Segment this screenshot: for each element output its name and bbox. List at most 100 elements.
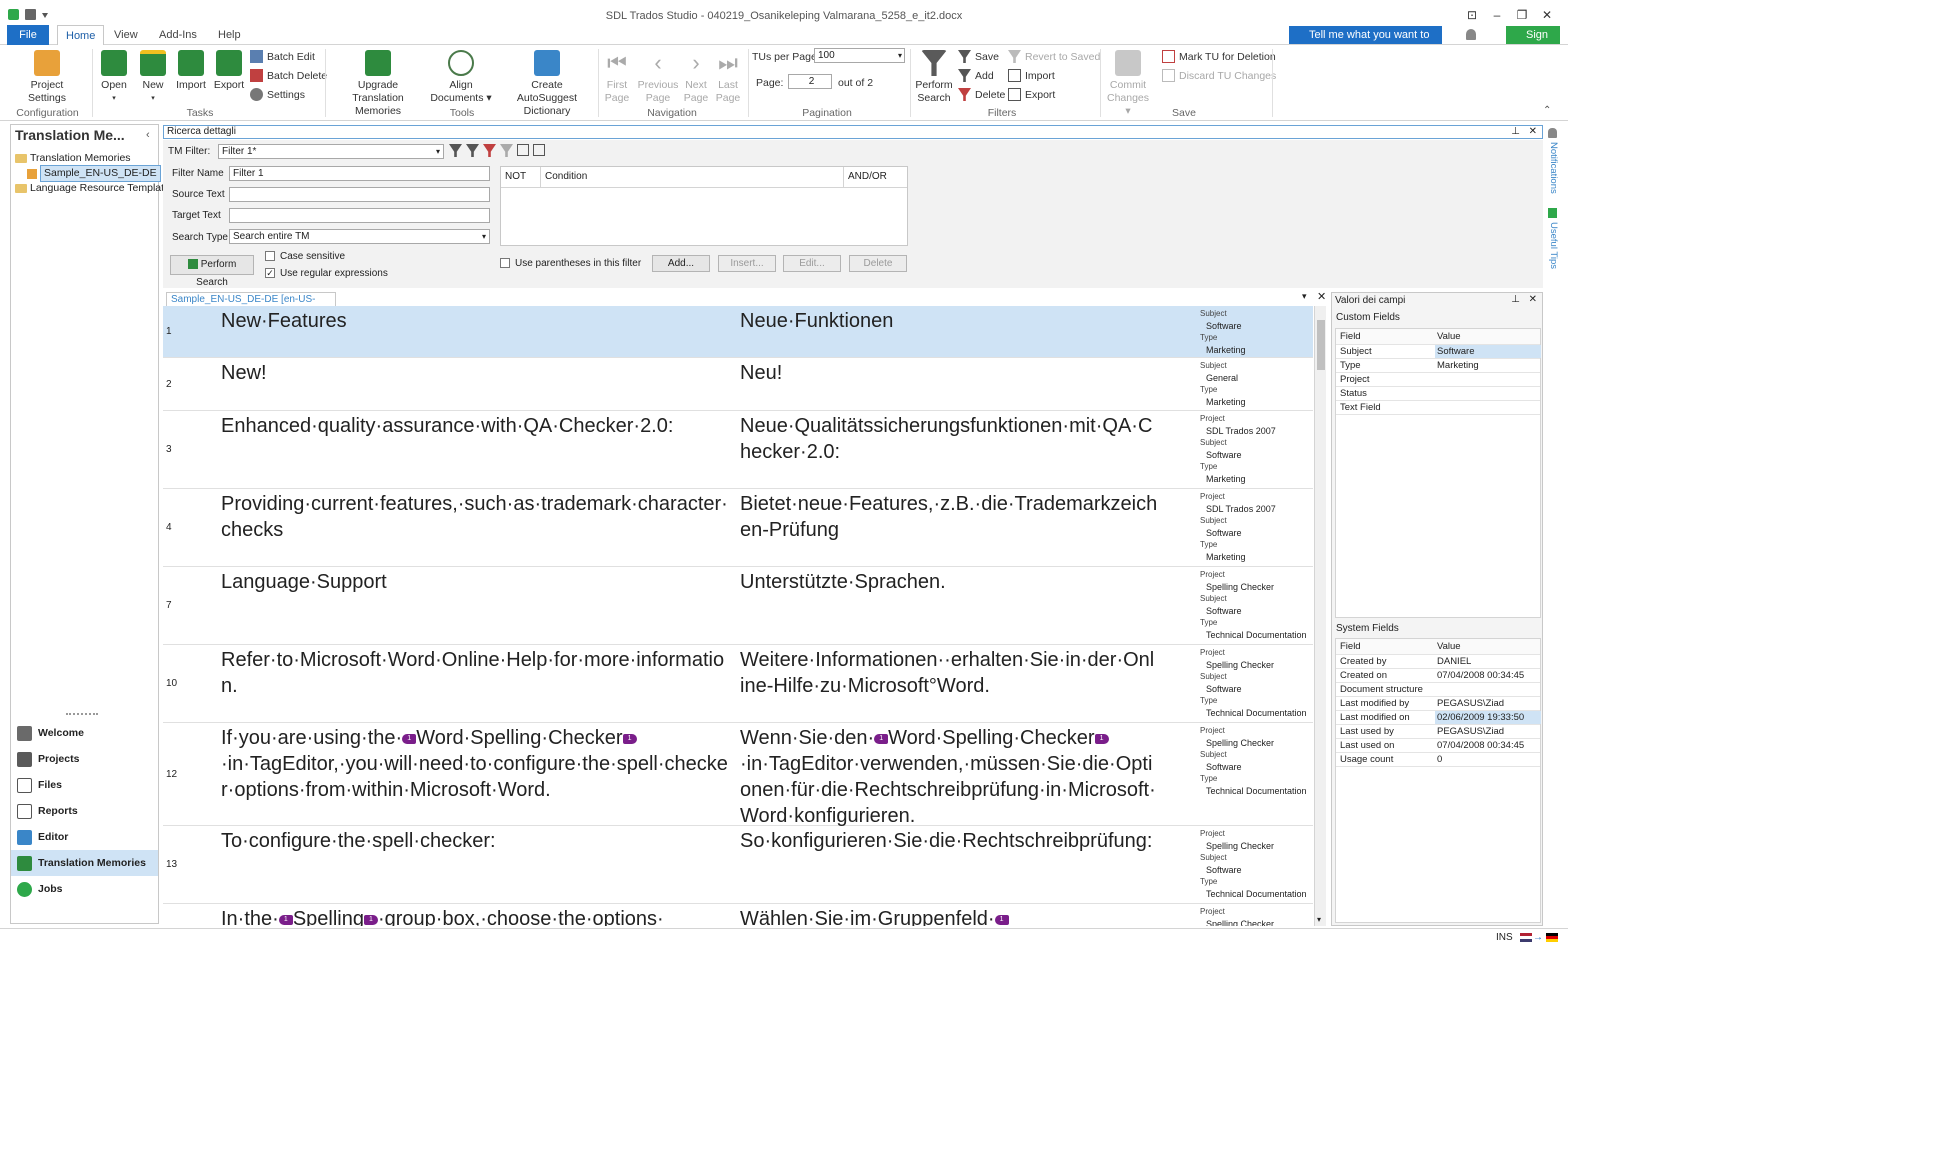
tab-home[interactable]: Home bbox=[57, 25, 105, 46]
source-segment[interactable]: If·you·are·using·the· 1 Word·Spelling·Chec… bbox=[221, 725, 733, 803]
source-segment[interactable]: Language·Support bbox=[221, 569, 733, 595]
field-row[interactable]: Project bbox=[1336, 373, 1540, 387]
tm-grid[interactable]: 1 New·Features Neue·Funktionen Subject Softw… bbox=[163, 306, 1313, 926]
tell-me-box[interactable]: Tell me what you want to do... bbox=[1289, 26, 1442, 59]
close-icon[interactable]: ✕ bbox=[1529, 126, 1537, 138]
revert-to-saved-button[interactable]: Revert to Saved bbox=[1008, 50, 1100, 63]
table-row[interactable]: In·the· 1 Spelling 1 ·group·box,·choose·the·… bbox=[163, 904, 1313, 926]
field-row[interactable]: Subject Software bbox=[1336, 345, 1541, 359]
splitter-handle[interactable] bbox=[66, 713, 98, 715]
source-segment[interactable]: Refer·to·Microsoft·Word·Online·Help·for·… bbox=[221, 647, 733, 699]
delete-filter-icon[interactable] bbox=[483, 144, 496, 157]
perform-search-button[interactable]: Perform Search bbox=[170, 255, 254, 288]
project-settings-button[interactable]: Project Settings bbox=[22, 50, 72, 105]
source-segment[interactable]: Providing·current·features,·such·as·trad… bbox=[221, 491, 733, 543]
condition-delete-button[interactable]: Delete bbox=[849, 255, 907, 272]
field-row[interactable]: Created by DANIEL bbox=[1336, 655, 1540, 669]
regex-checkbox[interactable]: ✓ bbox=[265, 268, 275, 278]
scrollbar-thumb[interactable] bbox=[1317, 320, 1325, 370]
source-segment[interactable]: Enhanced·quality·assurance·with·QA·Check… bbox=[221, 413, 733, 439]
filter-export-button[interactable]: Export bbox=[1008, 88, 1055, 101]
nav-welcome[interactable]: Welcome bbox=[11, 720, 158, 746]
search-type-select[interactable]: Search entire TM ▾ bbox=[229, 229, 490, 244]
first-page-button[interactable]: ⏮ First Page bbox=[600, 50, 634, 105]
nav-reports[interactable]: Reports bbox=[11, 798, 158, 824]
previous-page-button[interactable]: ‹ Previous Page bbox=[636, 50, 680, 105]
filter-delete-button[interactable]: Delete bbox=[958, 88, 1005, 101]
close-window-button[interactable]: ✕ bbox=[1537, 8, 1557, 22]
field-row[interactable]: Usage count 0 bbox=[1336, 753, 1540, 767]
field-row[interactable]: Last modified on 02/06/2009 19:33:50 bbox=[1336, 711, 1541, 725]
tab-view[interactable]: View bbox=[106, 25, 146, 45]
field-row[interactable]: Last used on 07/04/2008 00:34:45 bbox=[1336, 739, 1540, 753]
source-segment[interactable]: In·the· 1 Spelling 1 ·group·box,·choose·the·… bbox=[221, 906, 733, 926]
last-page-button[interactable]: ⏭ Last Page bbox=[712, 50, 744, 105]
parentheses-checkbox[interactable] bbox=[500, 258, 510, 268]
tree-item-sample-tm[interactable]: Sample_EN-US_DE-DE bbox=[15, 165, 164, 182]
sign-in-button[interactable]: Sign In bbox=[1506, 26, 1560, 59]
target-segment[interactable]: Bietet·neue·Features,·z.B.·die·Trademark… bbox=[740, 491, 1158, 543]
filter-name-input[interactable]: Filter 1 bbox=[229, 166, 490, 181]
field-row[interactable]: Text Field bbox=[1336, 401, 1540, 415]
target-segment[interactable]: Wählen·Sie·im·Gruppenfeld· 1 bbox=[740, 906, 1158, 926]
upgrade-tm-button[interactable]: Upgrade Translation Memories bbox=[333, 50, 423, 118]
create-autosuggest-button[interactable]: Create AutoSuggest Dictionary bbox=[502, 50, 592, 118]
field-row[interactable]: Last modified by PEGASUS\Ziad bbox=[1336, 697, 1540, 711]
target-segment[interactable]: Wenn·Sie·den· 1 Word·Spelling·Checker 1·in·… bbox=[740, 725, 1158, 829]
useful-tips-tab[interactable]: Useful Tips bbox=[1548, 222, 1559, 269]
tus-per-page-select[interactable]: 100 ▾ bbox=[814, 48, 905, 63]
target-segment[interactable]: Unterstützte·Sprachen. bbox=[740, 569, 1158, 595]
new-button[interactable]: New ▾ bbox=[139, 50, 167, 105]
tab-list-icon[interactable]: ▾ bbox=[1302, 291, 1307, 302]
target-segment[interactable]: Neu! bbox=[740, 360, 1158, 386]
collapse-ribbon-icon[interactable]: ⌃ bbox=[1543, 105, 1551, 116]
tm-filter-select[interactable]: Filter 1* ▾ bbox=[218, 144, 444, 159]
tm-document-tab[interactable]: Sample_EN-US_DE-DE [en-US->de-DE] bbox=[166, 292, 336, 318]
tab-help[interactable]: Help bbox=[210, 25, 249, 45]
collapse-pane-icon[interactable]: ‹ bbox=[146, 129, 150, 141]
field-row[interactable]: Last used by PEGASUS\Ziad bbox=[1336, 725, 1540, 739]
ribbon-display-options-icon[interactable]: ⊡ bbox=[1462, 8, 1482, 22]
field-row[interactable]: Created on 07/04/2008 00:34:45 bbox=[1336, 669, 1540, 683]
nav-projects[interactable]: Projects bbox=[11, 746, 158, 772]
align-documents-button[interactable]: Align Documents ▾ bbox=[428, 50, 494, 105]
batch-delete-button[interactable]: Batch Delete bbox=[250, 69, 327, 82]
close-icon[interactable]: ✕ bbox=[1529, 294, 1537, 305]
insert-mode[interactable]: INS bbox=[1496, 932, 1513, 943]
table-row[interactable]: 12 If·you·are·using·the· 1 Word·Spelling·Ch… bbox=[163, 723, 1313, 829]
clear-filter-icon[interactable] bbox=[500, 144, 513, 157]
case-sensitive-checkbox[interactable] bbox=[265, 251, 275, 261]
system-fields-table[interactable]: Field Value Created by DANIEL Created on 07/0… bbox=[1335, 638, 1541, 923]
field-row[interactable]: Type Marketing bbox=[1336, 359, 1540, 373]
table-row[interactable]: 7 Language·Support Unterstützte·Sprachen. P… bbox=[163, 567, 1313, 645]
source-segment[interactable]: New! bbox=[221, 360, 733, 386]
nav-editor[interactable]: Editor bbox=[11, 824, 158, 850]
target-text-input[interactable] bbox=[229, 208, 490, 223]
perform-search-ribbon-button[interactable]: Perform Search bbox=[912, 50, 956, 105]
restore-button[interactable]: ❐ bbox=[1512, 8, 1532, 22]
field-row[interactable]: Status bbox=[1336, 387, 1540, 401]
pin-icon[interactable]: ⊥ bbox=[1511, 294, 1520, 305]
table-row[interactable]: 1 New·Features Neue·Funktionen Subject Softw… bbox=[163, 306, 1313, 358]
notifications-tab[interactable]: Notifications bbox=[1548, 142, 1559, 194]
condition-add-button[interactable]: Add... bbox=[652, 255, 710, 272]
discard-tu-changes-button[interactable]: Discard TU Changes bbox=[1162, 69, 1276, 82]
notification-bell-icon[interactable] bbox=[1466, 29, 1476, 40]
import-button[interactable]: Import bbox=[175, 50, 207, 92]
condition-edit-button[interactable]: Edit... bbox=[783, 255, 841, 272]
filter-add-button[interactable]: Add bbox=[958, 69, 994, 82]
mark-tu-deletion-button[interactable]: Mark TU for Deletion bbox=[1162, 50, 1276, 63]
edit-filter-icon[interactable] bbox=[466, 144, 479, 157]
export-filter-icon[interactable] bbox=[533, 144, 545, 156]
filter-save-button[interactable]: Save bbox=[958, 50, 999, 63]
new-filter-icon[interactable] bbox=[449, 144, 462, 157]
tab-file[interactable]: File bbox=[7, 25, 49, 45]
target-segment[interactable]: So·konfigurieren·Sie·die·Rechtschreibprü… bbox=[740, 828, 1158, 854]
minimize-button[interactable]: – bbox=[1487, 8, 1507, 22]
table-row[interactable]: 4 Providing·current·features,·such·as·tra… bbox=[163, 489, 1313, 567]
filter-import-button[interactable]: Import bbox=[1008, 69, 1055, 82]
nav-jobs[interactable]: Jobs bbox=[11, 876, 158, 902]
table-row[interactable]: 13 To·configure·the·spell·checker: So·konf… bbox=[163, 826, 1313, 904]
scroll-down-icon[interactable]: ▾ bbox=[1317, 915, 1321, 924]
tree-item-translation-memories[interactable]: Translation Memories bbox=[15, 151, 164, 166]
